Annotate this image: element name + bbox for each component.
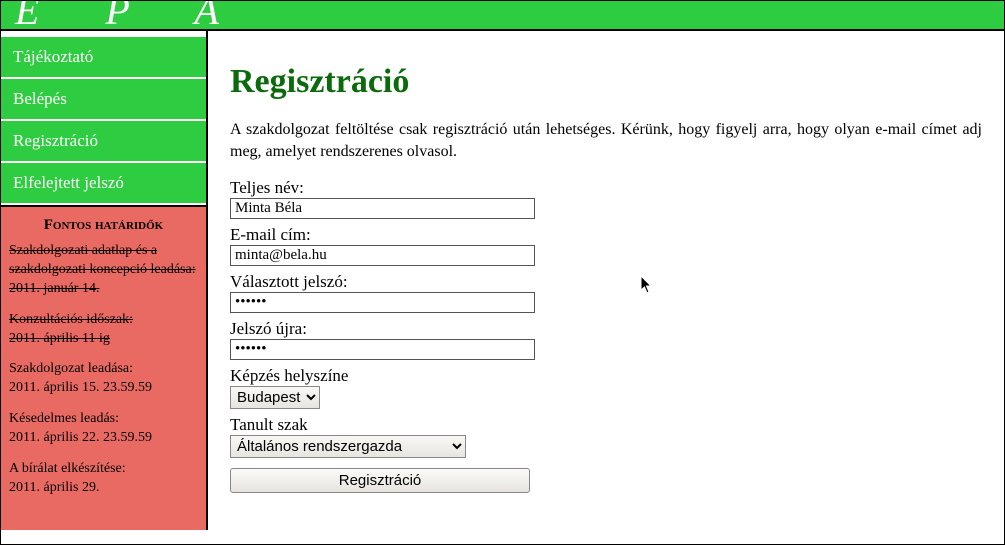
email-label: E-mail cím: (230, 225, 982, 245)
major-select[interactable]: Általános rendszergazda (230, 435, 466, 458)
deadline-item: Konzultációs időszak:2011. április 11 ig (9, 311, 198, 349)
fullname-label: Teljes név: (230, 178, 982, 198)
top-banner: E P A (1, 1, 1004, 29)
logo-text: E P A (15, 1, 247, 29)
fullname-input[interactable] (230, 198, 535, 219)
intro-text: A szakdolgozat feltöltése csak regisztrá… (230, 119, 982, 162)
password-input[interactable] (230, 292, 535, 313)
nav-tajekoztato[interactable]: Tájékoztató (1, 37, 206, 79)
deadline-item: Szakdolgozati adatlap és a szakdolgozati… (9, 242, 198, 299)
page-title: Regisztráció (230, 63, 982, 101)
password2-input[interactable] (230, 339, 535, 360)
location-select[interactable]: Budapest (230, 386, 320, 409)
deadline-item: Késedelmes leadás:2011. április 22. 23.5… (9, 410, 198, 448)
nav-regisztracio[interactable]: Regisztráció (1, 121, 206, 163)
deadlines-panel: Fontos határidők Szakdolgozati adatlap é… (1, 205, 206, 530)
location-label: Képzés helyszíne (230, 366, 982, 386)
nav-belepes[interactable]: Belépés (1, 79, 206, 121)
deadlines-title: Fontos határidők (9, 217, 198, 234)
sidebar: Tájékoztató Belépés Regisztráció Elfelej… (1, 31, 208, 530)
nav-elfelejtett-jelszo[interactable]: Elfelejtett jelszó (1, 163, 206, 205)
main-content: Regisztráció A szakdolgozat feltöltése c… (208, 31, 1004, 530)
password2-label: Jelszó újra: (230, 319, 982, 339)
sidebar-nav: Tájékoztató Belépés Regisztráció Elfelej… (1, 31, 206, 205)
deadline-item: Szakdolgozat leadása:2011. április 15. 2… (9, 360, 198, 398)
major-label: Tanult szak (230, 415, 982, 435)
submit-button[interactable]: Regisztráció (230, 468, 530, 493)
deadline-item: A bírálat elkészítése:2011. április 29. (9, 460, 198, 498)
password-label: Választott jelszó: (230, 272, 982, 292)
email-input[interactable] (230, 245, 535, 266)
